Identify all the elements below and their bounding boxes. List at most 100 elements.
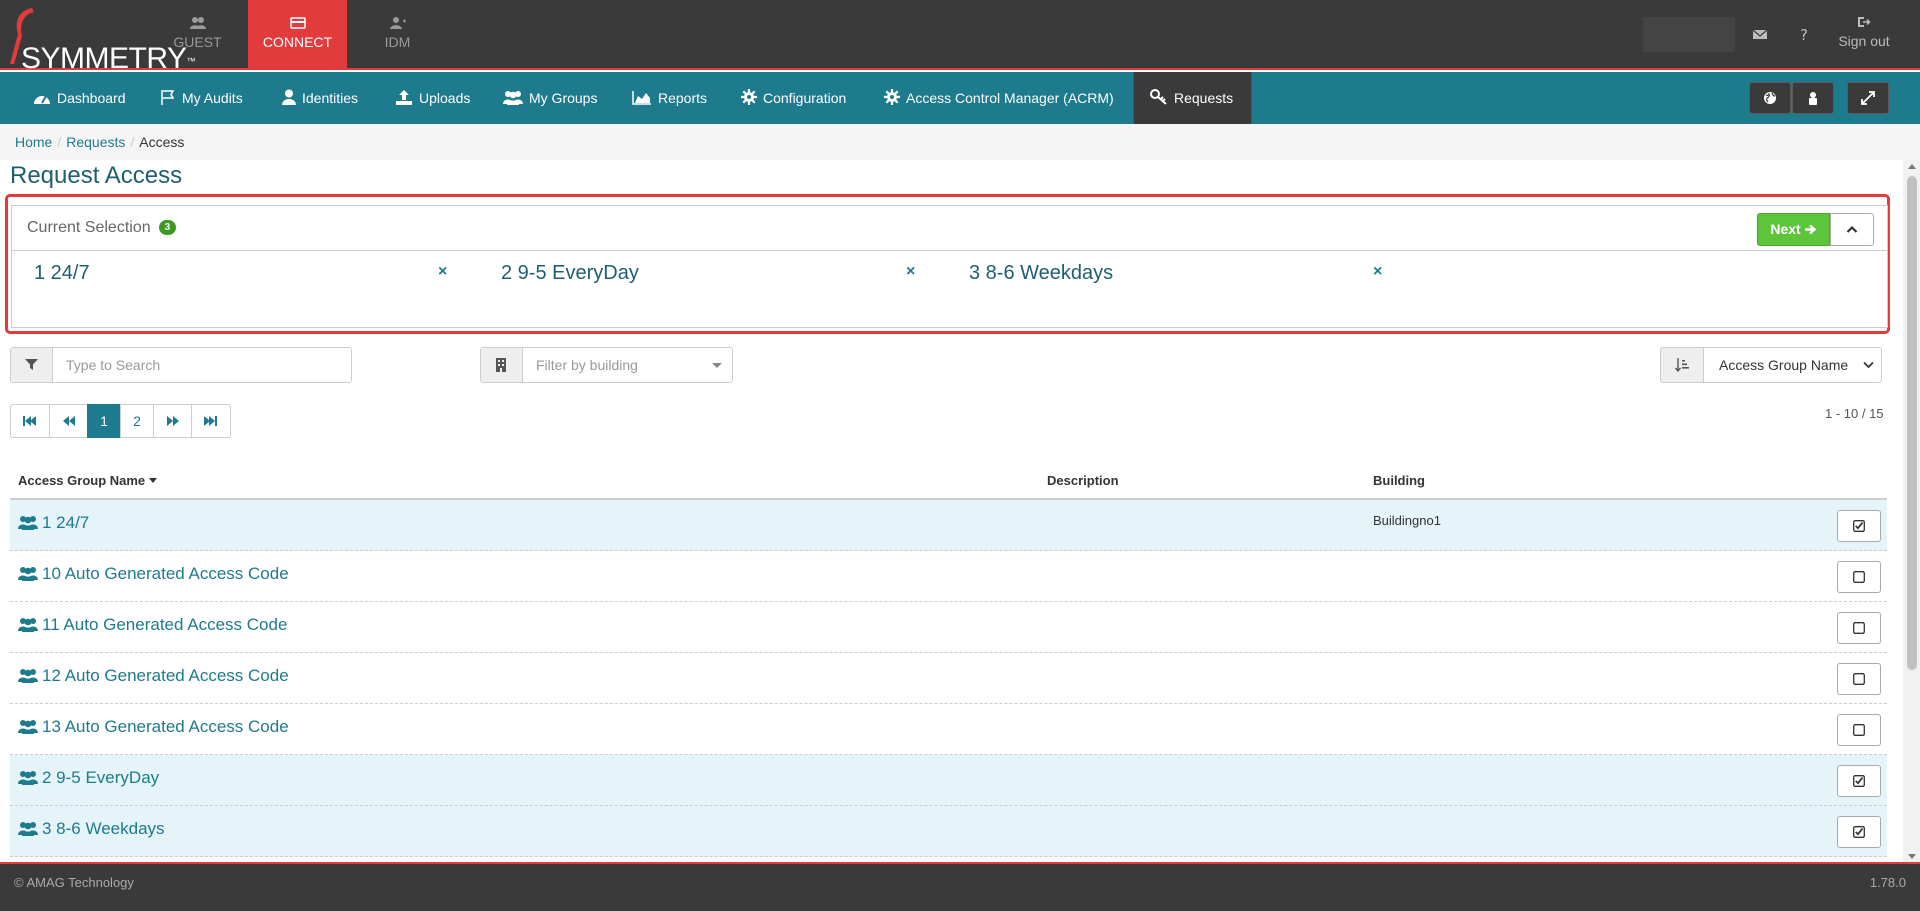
guest-icon bbox=[189, 17, 206, 29]
access-group-link[interactable]: 12 Auto Generated Access Code bbox=[18, 666, 289, 686]
search-input[interactable]: Type to Search bbox=[66, 357, 160, 373]
nav-uploads[interactable]: Uploads bbox=[385, 72, 480, 124]
current-selection-header: Current Selection 3 Next bbox=[12, 206, 1887, 251]
access-group-link[interactable]: 1 24/7 bbox=[18, 513, 89, 533]
nav-label: Reports bbox=[658, 90, 708, 106]
app-tab-idm[interactable]: IDM bbox=[348, 0, 447, 70]
column-header-description[interactable]: Description bbox=[1047, 473, 1119, 488]
app-tab-connect[interactable]: CONNECT bbox=[248, 0, 347, 70]
nav-my-groups[interactable]: My Groups bbox=[493, 72, 607, 124]
select-row-checkbox[interactable] bbox=[1837, 663, 1881, 695]
collapse-button[interactable] bbox=[1830, 213, 1874, 246]
first-page-button[interactable] bbox=[10, 404, 50, 438]
access-group-link[interactable]: 11 Auto Generated Access Code bbox=[18, 615, 287, 635]
nav-reports[interactable]: Reports bbox=[622, 72, 717, 124]
column-header-name[interactable]: Access Group Name bbox=[18, 473, 157, 488]
column-header-building[interactable]: Building bbox=[1373, 473, 1425, 488]
result-range: 1 - 10 / 15 bbox=[1825, 406, 1884, 421]
nav-label: Uploads bbox=[419, 90, 471, 106]
page-button[interactable]: 1 bbox=[87, 404, 121, 438]
scroll-thumb[interactable] bbox=[1907, 176, 1917, 670]
access-group-name: 10 Auto Generated Access Code bbox=[42, 564, 289, 583]
building-cell: Buildingno1 bbox=[1373, 513, 1441, 528]
access-group-link[interactable]: 3 8-6 Weekdays bbox=[18, 819, 165, 839]
nav-requests[interactable]: Requests bbox=[1133, 72, 1252, 124]
select-row-checkbox[interactable] bbox=[1837, 714, 1881, 746]
table-row[interactable]: 11 Auto Generated Access Code bbox=[10, 602, 1887, 653]
envelope-icon[interactable] bbox=[1752, 26, 1768, 42]
access-group-name: 12 Auto Generated Access Code bbox=[42, 666, 289, 685]
building-filter-group[interactable]: Filter by building bbox=[480, 347, 733, 383]
page-button[interactable]: 2 bbox=[120, 404, 154, 438]
nav-label: Requests bbox=[1174, 90, 1234, 106]
next-page-button[interactable] bbox=[153, 404, 192, 438]
nav-my-audits[interactable]: My Audits bbox=[150, 72, 253, 124]
access-group-name: 11 Auto Generated Access Code bbox=[42, 615, 288, 634]
nav-dashboard[interactable]: Dashboard bbox=[23, 72, 136, 124]
fullscreen-button[interactable] bbox=[1847, 82, 1889, 114]
table-row[interactable]: 2 9-5 EveryDay bbox=[10, 755, 1887, 806]
flag-icon bbox=[161, 90, 175, 105]
globe-button[interactable] bbox=[1749, 82, 1791, 114]
sign-out-label: Sign out bbox=[1838, 33, 1890, 49]
svg-text:?: ? bbox=[1800, 26, 1808, 42]
remove-selection-icon[interactable]: × bbox=[438, 263, 447, 281]
user-icon bbox=[282, 89, 296, 105]
lock-button[interactable] bbox=[1792, 82, 1834, 114]
breadcrumb: Home / Requests / Access bbox=[0, 124, 1920, 160]
help-icon[interactable]: ? bbox=[1796, 26, 1812, 42]
nav-identities[interactable]: Identities bbox=[272, 72, 368, 124]
access-group-link[interactable]: 2 9-5 EveryDay bbox=[18, 768, 159, 788]
select-row-checkbox[interactable] bbox=[1837, 816, 1881, 848]
scroll-up-arrow-icon[interactable] bbox=[1908, 164, 1916, 169]
select-row-checkbox[interactable] bbox=[1837, 765, 1881, 797]
top-bar: SYMMETRY™ GUEST CONNECT IDM ? Sign out bbox=[0, 0, 1920, 75]
lock-user-icon bbox=[1809, 92, 1817, 105]
scroll-down-arrow-icon[interactable] bbox=[1908, 854, 1916, 859]
select-row-checkbox[interactable] bbox=[1837, 510, 1881, 542]
users-icon bbox=[18, 516, 38, 530]
access-group-link[interactable]: 13 Auto Generated Access Code bbox=[18, 717, 289, 737]
sort-select[interactable]: Access Group Name bbox=[1703, 347, 1882, 383]
table-row[interactable]: 13 Auto Generated Access Code bbox=[10, 704, 1887, 755]
dashboard-icon bbox=[34, 95, 50, 104]
select-row-checkbox[interactable] bbox=[1837, 612, 1881, 644]
app-tab-guest[interactable]: GUEST bbox=[148, 0, 247, 70]
selected-item: 1 24/7 bbox=[34, 262, 90, 284]
remove-selection-icon[interactable]: × bbox=[1373, 263, 1382, 281]
breadcrumb-requests[interactable]: Requests bbox=[66, 134, 125, 150]
table-row[interactable]: 3 8-6 Weekdays bbox=[10, 806, 1887, 857]
nav-label: My Groups bbox=[529, 90, 598, 106]
next-label: Next bbox=[1770, 221, 1801, 237]
remove-selection-icon[interactable]: × bbox=[906, 263, 915, 281]
unchecked-square-icon bbox=[1853, 724, 1865, 736]
nav-configuration[interactable]: Configuration bbox=[731, 72, 856, 124]
search-group: Type to Search bbox=[10, 347, 352, 383]
building-addon bbox=[481, 348, 523, 382]
nav-label: Access Control Manager (ACRM) bbox=[906, 90, 1114, 106]
sort-addon[interactable] bbox=[1660, 347, 1704, 383]
chevron-up-icon bbox=[1846, 225, 1858, 233]
page-scrollbar[interactable] bbox=[1903, 160, 1920, 863]
select-row-checkbox[interactable] bbox=[1837, 561, 1881, 593]
arrow-right-icon bbox=[1804, 224, 1816, 235]
sort-group: Access Group Name bbox=[1660, 347, 1882, 383]
sign-out-button[interactable]: Sign out bbox=[1830, 16, 1898, 49]
fast-backward-icon bbox=[23, 416, 36, 426]
nav-access-control-manager[interactable]: Access Control Manager (ACRM) bbox=[874, 72, 1124, 124]
table-row[interactable]: 1 24/7 Buildingno1 bbox=[10, 500, 1887, 551]
last-page-button[interactable] bbox=[191, 404, 231, 438]
symmetry-logo[interactable]: SYMMETRY™ bbox=[6, 6, 195, 75]
previous-page-button[interactable] bbox=[49, 404, 88, 438]
table-row[interactable]: 10 Auto Generated Access Code bbox=[10, 551, 1887, 602]
access-group-name: 13 Auto Generated Access Code bbox=[42, 717, 289, 736]
access-group-link[interactable]: 10 Auto Generated Access Code bbox=[18, 564, 289, 584]
current-selection-title: Current Selection bbox=[27, 219, 151, 236]
table-row[interactable]: 12 Auto Generated Access Code bbox=[10, 653, 1887, 704]
user-plus-icon bbox=[389, 17, 406, 29]
next-button[interactable]: Next bbox=[1757, 213, 1830, 246]
breadcrumb-home[interactable]: Home bbox=[15, 134, 52, 150]
key-icon bbox=[1150, 89, 1167, 105]
user-display-box[interactable] bbox=[1643, 17, 1735, 52]
globe-icon bbox=[1764, 92, 1776, 104]
